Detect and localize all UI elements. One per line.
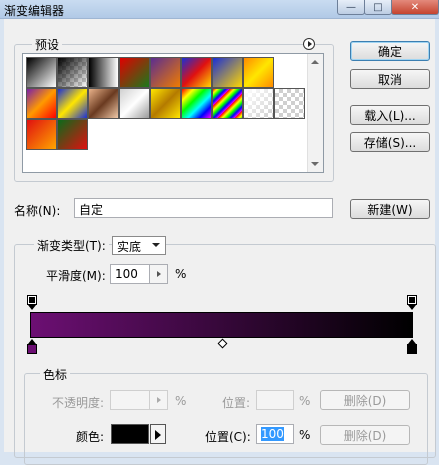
color-swatch[interactable]: [111, 424, 149, 444]
smoothness-label: 平滑度(M):: [46, 269, 106, 283]
scroll-up-icon[interactable]: [311, 60, 319, 64]
scroll-down-icon[interactable]: [311, 162, 319, 166]
preset-swatch[interactable]: [150, 88, 181, 119]
preset-swatch[interactable]: [57, 119, 88, 150]
opacity-label: 不透明度:: [52, 396, 105, 410]
location-value: 100: [261, 427, 284, 441]
play-icon: [155, 430, 161, 440]
load-button[interactable]: 载入(L)...: [350, 105, 430, 125]
opacity-stop-right[interactable]: [407, 295, 417, 305]
stops-group: [24, 373, 428, 465]
location-input[interactable]: 100: [256, 424, 294, 444]
preset-swatch[interactable]: [88, 57, 119, 88]
opacity-location-label: 位置:: [222, 396, 251, 410]
location-label: 位置(C):: [205, 430, 251, 444]
stops-legend: 色标: [40, 366, 71, 383]
opacity-location-input: [256, 390, 294, 410]
opacity-stop-left[interactable]: [27, 295, 37, 305]
preset-swatch[interactable]: [26, 88, 57, 119]
smoothness-stepper[interactable]: [150, 264, 168, 284]
ok-button[interactable]: 确定: [350, 41, 430, 61]
presets-list[interactable]: [22, 53, 324, 173]
smoothness-input[interactable]: 100: [110, 264, 150, 284]
preset-swatch[interactable]: [88, 88, 119, 119]
opacity-stepper: [150, 390, 168, 410]
opacity-stop-right-pointer: [408, 305, 416, 310]
color-delete-button[interactable]: 删除(D): [320, 425, 410, 445]
maximize-icon: □: [373, 1, 383, 13]
cancel-button[interactable]: 取消: [350, 69, 430, 89]
minimize-icon: —: [346, 1, 356, 13]
gradient-type-select[interactable]: 实底: [112, 236, 166, 255]
gradient-type-label: 渐变类型(T):: [34, 237, 109, 254]
preset-swatch[interactable]: [181, 88, 212, 119]
preset-swatch[interactable]: [150, 57, 181, 88]
opacity-delete-button[interactable]: 删除(D): [320, 390, 410, 410]
save-button[interactable]: 存储(S)...: [350, 132, 430, 152]
presets-scrollbar[interactable]: [307, 54, 323, 172]
opacity-arrow-icon: [157, 397, 161, 403]
maximize-button[interactable]: □: [364, 0, 392, 15]
window-title: 渐变编辑器: [4, 4, 65, 18]
opacity-unit: %: [175, 394, 187, 408]
presets-legend: 预设: [32, 36, 63, 53]
color-label: 颜色:: [76, 430, 105, 444]
chevron-down-icon: [152, 243, 160, 247]
color-menu-button[interactable]: [150, 424, 166, 444]
smoothness-unit: %: [175, 267, 187, 281]
opacity-input: [110, 390, 150, 410]
close-button[interactable]: ✕: [391, 0, 439, 15]
preset-swatch[interactable]: [181, 57, 212, 88]
name-label: 名称(N):: [14, 204, 61, 218]
gradient-type-value: 实底: [117, 240, 142, 254]
opacity-stop-left-pointer: [28, 305, 36, 310]
smoothness-arrow-icon: [157, 271, 161, 277]
preset-swatch[interactable]: [26, 119, 57, 150]
close-icon: ✕: [410, 1, 420, 13]
preset-swatch[interactable]: [212, 57, 243, 88]
preset-swatch[interactable]: [243, 88, 274, 119]
presets-menu-icon[interactable]: [303, 38, 315, 50]
gradient-bar[interactable]: [30, 312, 413, 338]
preset-swatch[interactable]: [119, 88, 150, 119]
color-stop-right[interactable]: [407, 344, 417, 354]
preset-swatch[interactable]: [57, 57, 88, 88]
preset-swatch[interactable]: [26, 57, 57, 88]
preset-swatch[interactable]: [243, 57, 274, 88]
preset-swatch[interactable]: [212, 88, 243, 119]
new-button[interactable]: 新建(W): [350, 199, 430, 219]
minimize-button[interactable]: —: [337, 0, 365, 15]
preset-swatch[interactable]: [274, 88, 305, 119]
title-bar: 渐变编辑器 — □ ✕: [0, 0, 439, 19]
opacity-location-unit: %: [299, 394, 311, 408]
preset-swatch[interactable]: [57, 88, 88, 119]
location-unit: %: [299, 428, 311, 442]
color-stop-left[interactable]: [27, 344, 37, 354]
name-field[interactable]: 自定: [74, 198, 333, 218]
preset-swatch[interactable]: [119, 57, 150, 88]
